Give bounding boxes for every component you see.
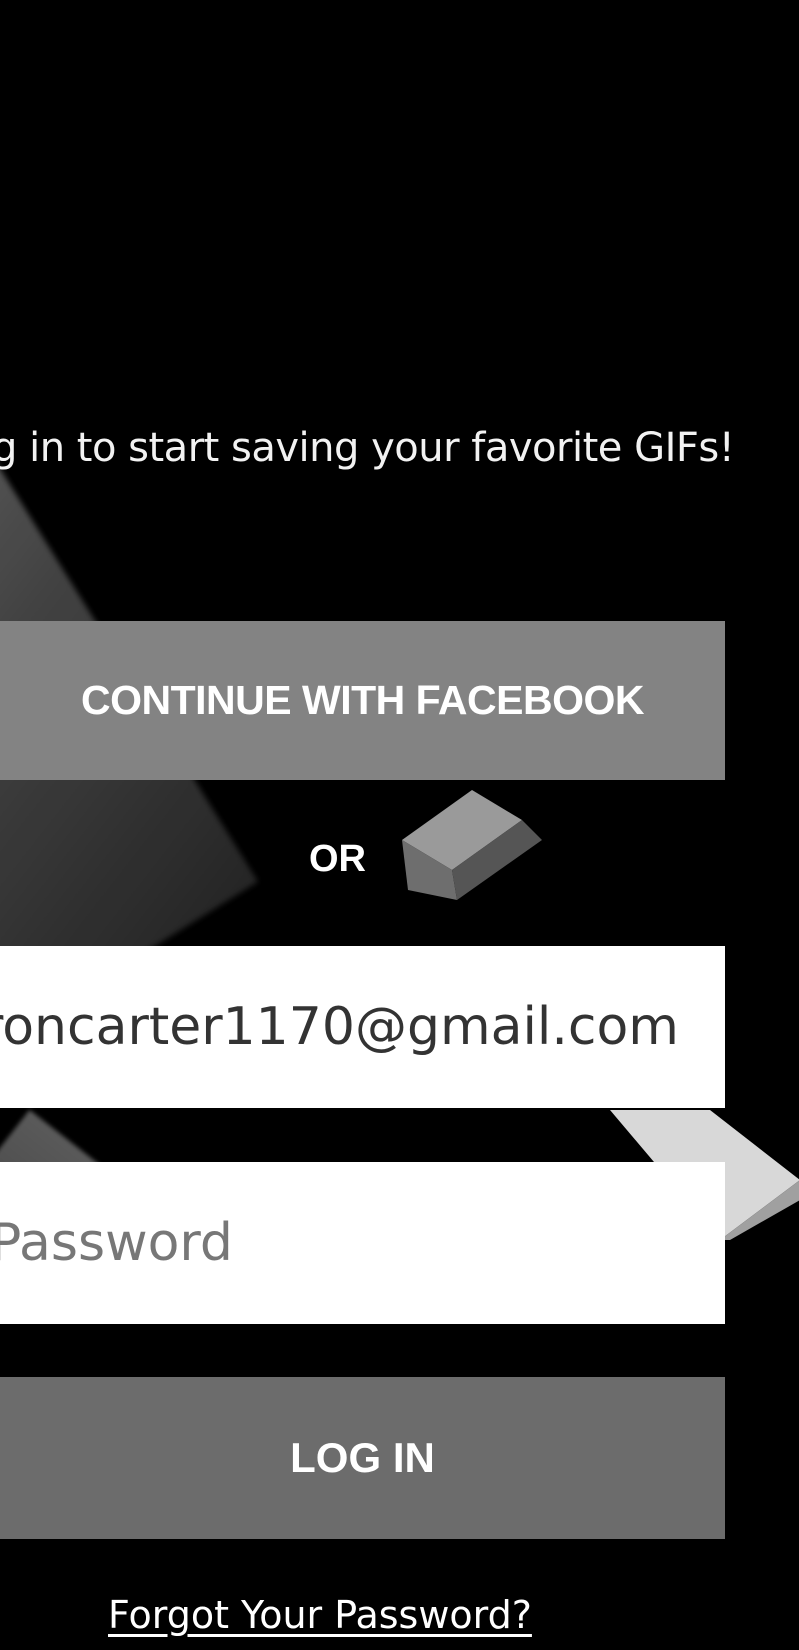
email-field-container: [0, 946, 725, 1108]
log-in-button[interactable]: LOG IN: [0, 1377, 725, 1539]
password-field[interactable]: [0, 1162, 715, 1324]
login-screen: g in to start saving your favorite GIFs!…: [0, 0, 799, 1650]
continue-with-facebook-button[interactable]: CONTINUE WITH FACEBOOK: [0, 621, 725, 780]
forgot-password-link[interactable]: Forgot Your Password?: [108, 1593, 532, 1637]
password-field-container: [0, 1162, 725, 1324]
or-divider: OR: [309, 838, 366, 880]
email-field[interactable]: [0, 946, 707, 1108]
headline: g in to start saving your favorite GIFs!: [0, 425, 735, 471]
